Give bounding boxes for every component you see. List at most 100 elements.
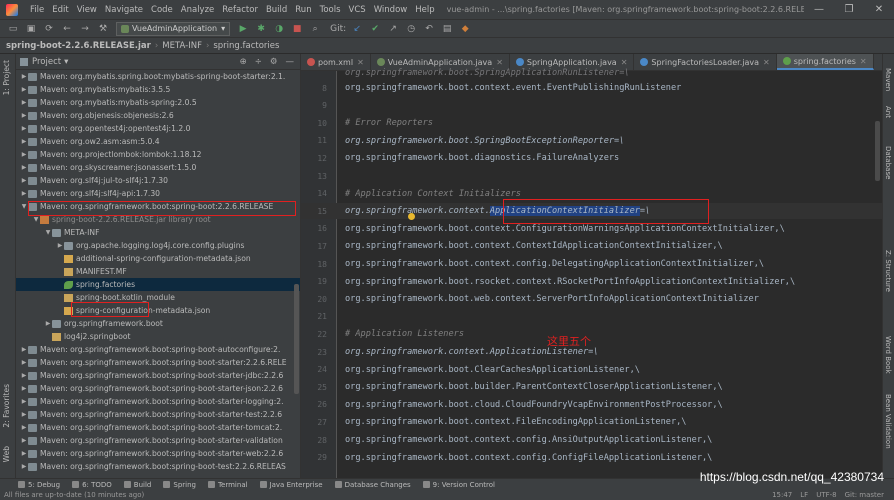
tree-item[interactable]: ▶ Maven: org.springframework.boot:spring-… bbox=[16, 408, 300, 421]
tree-item[interactable]: ▶ Maven: org.objenesis:objenesis:2.6 bbox=[16, 109, 300, 122]
breadcrumb-jar[interactable]: spring-boot-2.2.6.RELEASE.jar bbox=[6, 41, 151, 51]
tree-item[interactable]: ▶ Maven: org.skyscreamer:jsonassert:1.5.0 bbox=[16, 161, 300, 174]
bottom-tool-tab[interactable]: 6: TODO bbox=[72, 481, 112, 489]
structure-tool-tab[interactable]: Z: Structure bbox=[884, 250, 892, 292]
forward-icon[interactable]: → bbox=[78, 22, 92, 36]
menu-view[interactable]: View bbox=[73, 5, 101, 15]
menu-tools[interactable]: Tools bbox=[316, 5, 345, 15]
collapse-arrow-icon[interactable]: ▶ bbox=[20, 463, 28, 470]
tree-item[interactable]: ▶ Maven: org.projectlombok:lombok:1.18.12 bbox=[16, 148, 300, 161]
expand-arrow-icon[interactable]: ▼ bbox=[32, 216, 40, 223]
tree-item[interactable]: ▶ org.springframework.boot bbox=[16, 317, 300, 330]
collapse-arrow-icon[interactable]: ▶ bbox=[20, 177, 28, 184]
editor-scrollbar[interactable] bbox=[875, 121, 880, 181]
breadcrumb-file[interactable]: spring.factories bbox=[213, 41, 279, 51]
collapse-arrow-icon[interactable]: ▶ bbox=[20, 437, 28, 444]
menu-refactor[interactable]: Refactor bbox=[218, 5, 262, 15]
menu-code[interactable]: Code bbox=[147, 5, 177, 15]
tree-item[interactable]: ▶ Maven: org.springframework.boot:spring-… bbox=[16, 447, 300, 460]
bean-validation-tool-tab[interactable]: Bean Validation bbox=[884, 394, 892, 449]
database-tool-tab[interactable]: Database bbox=[884, 146, 892, 179]
expand-arrow-icon[interactable]: ▼ bbox=[20, 203, 28, 210]
menu-vcs[interactable]: VCS bbox=[345, 5, 370, 15]
project-tool-tab[interactable]: 1: Project bbox=[2, 60, 11, 95]
tree-item[interactable]: ▶ Maven: org.mybatis.spring.boot:mybatis-… bbox=[16, 70, 300, 83]
menu-file[interactable]: File bbox=[26, 5, 48, 15]
menu-edit[interactable]: Edit bbox=[48, 5, 72, 15]
bottom-tool-tab[interactable]: 9: Version Control bbox=[422, 481, 495, 489]
stop-icon[interactable]: ■ bbox=[290, 22, 304, 36]
tree-item[interactable]: ▶ Maven: org.mybatis:mybatis-spring:2.0.5 bbox=[16, 96, 300, 109]
collapse-arrow-icon[interactable]: ▶ bbox=[56, 242, 64, 249]
git-commit-icon[interactable]: ✔ bbox=[368, 22, 382, 36]
collapse-arrow-icon[interactable]: ▶ bbox=[20, 411, 28, 418]
build-hammer-icon[interactable]: ⚒ bbox=[96, 22, 110, 36]
ant-tool-tab[interactable]: Ant bbox=[884, 106, 892, 118]
locate-icon[interactable]: ⊕ bbox=[240, 57, 247, 67]
debug-icon[interactable]: ✱ bbox=[254, 22, 268, 36]
tree-item[interactable]: log4j2.springboot bbox=[16, 330, 300, 343]
menu-window[interactable]: Window bbox=[370, 5, 412, 15]
collapse-arrow-icon[interactable]: ▶ bbox=[20, 125, 28, 132]
collapse-arrow-icon[interactable]: ▶ bbox=[20, 385, 28, 392]
maven-tool-tab[interactable]: Maven bbox=[884, 68, 892, 91]
collapse-arrow-icon[interactable]: ▶ bbox=[20, 138, 28, 145]
collapse-icon[interactable]: ÷ bbox=[255, 57, 262, 67]
menu-run[interactable]: Run bbox=[291, 5, 315, 15]
maximize-button[interactable]: ❐ bbox=[834, 4, 864, 15]
project-scrollbar[interactable] bbox=[294, 284, 299, 394]
collapse-arrow-icon[interactable]: ▶ bbox=[20, 112, 28, 119]
collapse-arrow-icon[interactable]: ▶ bbox=[20, 398, 28, 405]
collapse-arrow-icon[interactable]: ▶ bbox=[20, 372, 28, 379]
tree-item[interactable]: ▶ org.apache.logging.log4j.core.config.pl… bbox=[16, 239, 300, 252]
bottom-tool-tab[interactable]: Java Enterprise bbox=[259, 481, 323, 489]
lightbulb-icon[interactable] bbox=[408, 213, 415, 220]
save-all-icon[interactable]: ▣ bbox=[24, 22, 38, 36]
coverage-icon[interactable]: ◑ bbox=[272, 22, 286, 36]
tree-item[interactable]: spring-configuration-metadata.json bbox=[16, 304, 300, 317]
tree-item[interactable]: ▶ Maven: org.springframework.boot:spring-… bbox=[16, 369, 300, 382]
plugin-icon[interactable]: ◆ bbox=[458, 22, 472, 36]
open-folder-icon[interactable]: ▭ bbox=[6, 22, 20, 36]
favorites-tool-tab[interactable]: 2: Favorites bbox=[2, 384, 11, 428]
tree-item[interactable]: ▶ Maven: org.slf4j:jul-to-slf4j:1.7.30 bbox=[16, 174, 300, 187]
tree-item[interactable]: ▶ Maven: org.slf4j:slf4j-api:1.7.30 bbox=[16, 187, 300, 200]
run-config-dropdown[interactable]: VueAdminApplication ▾ bbox=[116, 21, 231, 36]
caret-position[interactable]: 15:47 bbox=[772, 491, 792, 499]
gear-icon[interactable]: ⚙ bbox=[270, 57, 278, 67]
collapse-arrow-icon[interactable]: ▶ bbox=[20, 346, 28, 353]
git-branch[interactable]: Git: master bbox=[845, 491, 884, 499]
file-encoding[interactable]: UTF-8 bbox=[816, 491, 836, 499]
git-push-icon[interactable]: ↗ bbox=[386, 22, 400, 36]
sync-icon[interactable]: ⟳ bbox=[42, 22, 56, 36]
git-update-icon[interactable]: ↙ bbox=[350, 22, 364, 36]
bottom-tool-tab[interactable]: Database Changes bbox=[334, 481, 411, 489]
collapse-arrow-icon[interactable]: ▶ bbox=[20, 190, 28, 197]
tree-item[interactable]: ▶ Maven: org.springframework.boot:spring-… bbox=[16, 382, 300, 395]
menu-navigate[interactable]: Navigate bbox=[101, 5, 147, 15]
collapse-arrow-icon[interactable]: ▶ bbox=[20, 73, 28, 80]
hide-icon[interactable]: — bbox=[286, 57, 295, 67]
tree-item[interactable]: spring-boot.kotlin_module bbox=[16, 291, 300, 304]
search-icon[interactable]: ⌕ bbox=[308, 22, 322, 36]
collapse-arrow-icon[interactable]: ▶ bbox=[20, 164, 28, 171]
bottom-tool-tab[interactable]: 5: Debug bbox=[18, 481, 60, 489]
line-separator[interactable]: LF bbox=[800, 491, 808, 499]
menu-help[interactable]: Help bbox=[411, 5, 438, 15]
tree-item[interactable]: ▶ Maven: org.springframework.boot:spring-… bbox=[16, 421, 300, 434]
collapse-arrow-icon[interactable]: ▶ bbox=[44, 320, 52, 327]
expand-arrow-icon[interactable]: ▼ bbox=[44, 229, 52, 236]
chevron-down-icon[interactable]: ▾ bbox=[64, 57, 68, 67]
collapse-arrow-icon[interactable]: ▶ bbox=[20, 86, 28, 93]
collapse-arrow-icon[interactable]: ▶ bbox=[20, 99, 28, 106]
word-book-tool-tab[interactable]: Word Book bbox=[884, 336, 892, 374]
tree-item[interactable]: MANIFEST.MF bbox=[16, 265, 300, 278]
collapse-arrow-icon[interactable]: ▶ bbox=[20, 450, 28, 457]
tree-item[interactable]: ▶ Maven: org.springframework.boot:spring-… bbox=[16, 356, 300, 369]
collapse-arrow-icon[interactable]: ▶ bbox=[20, 424, 28, 431]
close-button[interactable]: ✕ bbox=[864, 4, 894, 15]
tree-item[interactable]: additional-spring-configuration-metadata… bbox=[16, 252, 300, 265]
tree-item[interactable]: ▶ Maven: org.springframework.boot:spring-… bbox=[16, 434, 300, 447]
bottom-tool-tab[interactable]: Build bbox=[123, 481, 151, 489]
structure-icon[interactable]: ▤ bbox=[440, 22, 454, 36]
